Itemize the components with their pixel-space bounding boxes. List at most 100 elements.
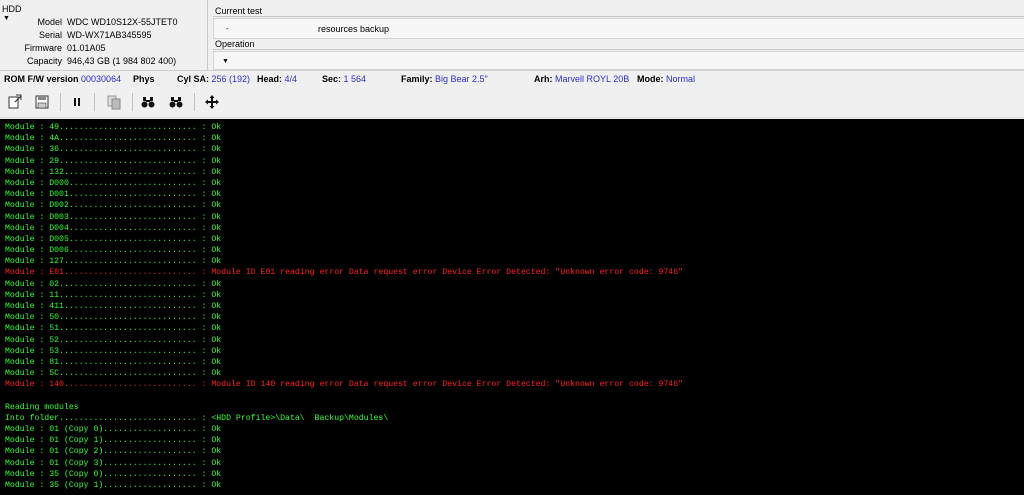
console-line: Into folder............................ … [5, 413, 389, 423]
cyl-label: Cyl SA: [177, 74, 210, 84]
head-value: 4/4 [284, 74, 298, 84]
current-test-dash: - [226, 24, 229, 33]
top-panel: HDD ▼ Model WDC WD10S12X-55JTET0 Serial … [0, 0, 1024, 70]
mode: Mode: Normal [637, 74, 695, 84]
open-file-button[interactable] [5, 92, 25, 112]
copy-button[interactable] [104, 92, 124, 112]
find-next-button[interactable] [166, 92, 186, 112]
console-line: Module : D004.......................... … [5, 223, 222, 233]
console-line-error: Module : E01........................... … [5, 268, 684, 278]
arh: Arh: Marvell ROYL 20B [534, 74, 629, 84]
console-line: Module : 132........................... … [5, 167, 222, 177]
current-test-value: resources backup [318, 24, 390, 34]
sec: Sec: 1 564 [322, 74, 366, 84]
family-value: Big Bear 2.5" [435, 74, 488, 84]
console-line: Module : D000.......................... … [5, 178, 222, 188]
console-line: Module : 02............................ … [5, 279, 222, 289]
console-line: Module : D006.......................... … [5, 246, 222, 256]
rom-value: 00030064 [81, 74, 122, 84]
field-label: Model [37, 17, 62, 27]
family-label: Family: [401, 74, 433, 84]
current-test-box: - resources backup [213, 18, 1024, 39]
sec-label: Sec: [322, 74, 342, 84]
family: Family: Big Bear 2.5" [401, 74, 488, 84]
copy-icon [107, 95, 121, 110]
pause-icon [74, 98, 80, 106]
operation-title: Operation [215, 39, 255, 49]
console-line: Module : D001.......................... … [5, 190, 222, 200]
mode-value: Normal [666, 74, 696, 84]
drive-info-bar: ROM F/W version 00030064 Phys Cyl SA: 25… [0, 70, 1024, 88]
toolbar-separator [60, 93, 61, 111]
head-label: Head: [257, 74, 283, 84]
console-line: Module : 5C............................ … [5, 369, 222, 379]
field-label: Capacity [26, 56, 62, 66]
hdd-field-serial: Serial WD-WX71AB345595 [0, 30, 207, 42]
save-button[interactable] [32, 92, 52, 112]
toolbar-separator [94, 93, 95, 111]
console-line: Module : 01 (Copy 3)................... … [5, 458, 222, 468]
console-line: Module : D002.......................... … [5, 201, 222, 211]
binoculars-next-icon [169, 97, 183, 108]
console-line: Module : 35 (Copy 0)................... … [5, 469, 222, 479]
mode-label: Mode: [637, 74, 664, 84]
divider [213, 49, 1024, 50]
field-value: WDC WD10S12X-55JTET0 [67, 17, 178, 27]
console-line: Module : D003.......................... … [5, 212, 222, 222]
move-button[interactable] [202, 92, 222, 112]
hdd-field-capacity: Capacity 946,43 GB (1 984 802 400) [0, 56, 207, 68]
field-label: Firmware [24, 43, 63, 53]
binoculars-icon [141, 97, 155, 108]
console-line: Module : 53............................ … [5, 346, 222, 356]
cyl-value: 256 (192) [211, 74, 251, 84]
current-test-title: Current test [215, 6, 263, 16]
console-line: Module : 81............................ … [5, 357, 222, 367]
phys: Phys [133, 74, 155, 84]
arh-value: Marvell ROYL 20B [555, 74, 630, 84]
rom-label: ROM F/W version [4, 74, 79, 84]
console-line: Module : 51............................ … [5, 324, 222, 334]
find-button[interactable] [138, 92, 158, 112]
console-line: Module : 01 (Copy 1)................... … [5, 436, 222, 446]
field-value: 946,43 GB (1 984 802 400) [67, 56, 177, 66]
move-arrows-icon [205, 95, 219, 109]
console-line: Reading modules [5, 402, 79, 412]
console-line: Module : 411........................... … [5, 302, 222, 311]
field-value: WD-WX71AB345595 [67, 30, 152, 40]
operation-dropdown-icon[interactable]: ▼ [222, 58, 229, 65]
console-line: Module : 29............................ … [5, 156, 222, 166]
toolbar [0, 87, 1024, 118]
console-line: Module : 127........................... … [5, 257, 222, 267]
field-label: Serial [38, 30, 62, 40]
console-lines: Module : 49............................ … [5, 122, 683, 491]
log-console[interactable]: Module : 49............................ … [0, 119, 1024, 495]
operation-panel: Operation ▼ [210, 37, 1024, 70]
divider [213, 16, 1024, 17]
head: Head: 4/4 [257, 74, 297, 84]
console-line: Module : 35 (Copy 1)................... … [5, 481, 222, 490]
console-line: Module : 36............................ … [5, 145, 222, 155]
hdd-field-firmware: Firmware 01.01A05 [0, 43, 207, 55]
console-line: Module : 01 (Copy 0)................... … [5, 425, 222, 435]
hdd-info-panel: HDD ▼ Model WDC WD10S12X-55JTET0 Serial … [0, 0, 208, 70]
console-line: Module : D005.......................... … [5, 234, 222, 244]
cyl-sa: Cyl SA: 256 (192) [177, 74, 250, 84]
toolbar-separator [194, 93, 195, 111]
sec-value: 1 564 [343, 74, 367, 84]
phys-label: Phys [133, 74, 155, 84]
pause-button[interactable] [67, 92, 87, 112]
console-line: Module : 52............................ … [5, 335, 222, 345]
console-line: Module : 49............................ … [5, 123, 222, 132]
console-line: Module : 11............................ … [5, 290, 222, 300]
console-line: Module : 01 (Copy 2)................... … [5, 447, 222, 457]
console-line-error: Module : 140........................... … [5, 380, 684, 390]
console-line: Module : 50............................ … [5, 313, 222, 323]
field-value: 01.01A05 [67, 43, 106, 53]
open-file-icon [8, 94, 22, 109]
toolbar-separator [132, 93, 133, 111]
operation-box: ▼ [213, 51, 1024, 70]
arh-label: Arh: [534, 74, 553, 84]
hdd-panel-title: HDD [2, 4, 22, 14]
console-line: Module : 4A............................ … [5, 134, 222, 144]
